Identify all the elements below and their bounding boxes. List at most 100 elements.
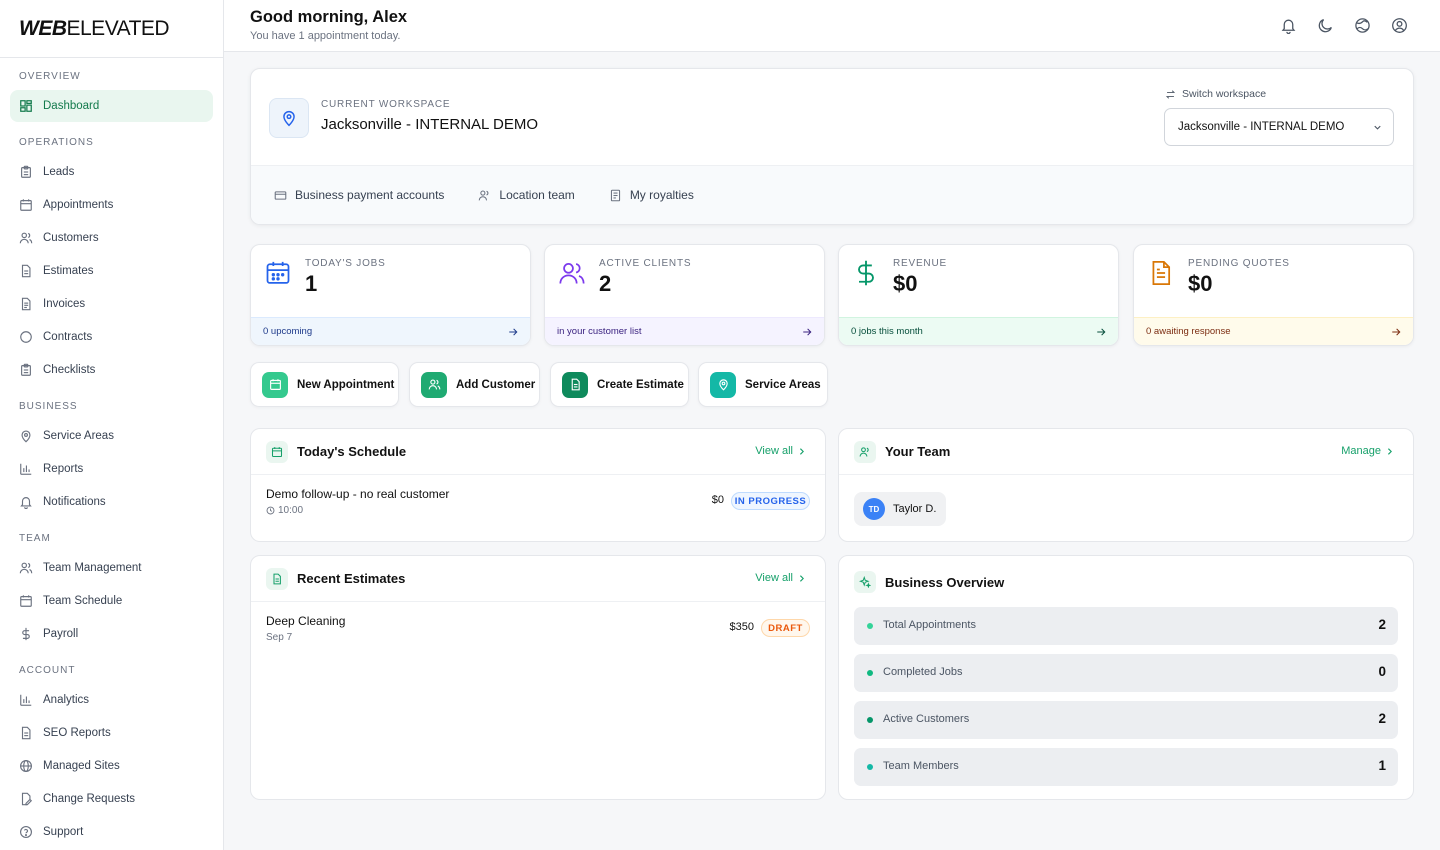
overview-item-active-customers: Active Customers 2 (854, 701, 1398, 739)
service-areas-button[interactable]: Service Areas (698, 362, 828, 407)
panel-title: Your Team (885, 444, 951, 459)
estimate-item-amount: $350 (729, 621, 754, 633)
sidebar-item-support[interactable]: Support (10, 816, 213, 848)
clock-icon (266, 506, 275, 515)
users-icon (421, 371, 447, 398)
link-label: View all (755, 445, 793, 457)
moon-icon[interactable] (1317, 17, 1334, 34)
sidebar-item-contracts[interactable]: Contracts (10, 321, 213, 353)
todays-schedule-panel: Today's Schedule View all Demo follow-up… (250, 428, 826, 542)
sidebar-item-appointments[interactable]: Appointments (10, 189, 213, 221)
map-pin-icon (269, 98, 309, 138)
dollar-icon (19, 627, 33, 641)
circle-icon (19, 330, 33, 344)
stat-card-active-clients[interactable]: ACTIVE CLIENTS 2 in your customer list (544, 244, 825, 346)
button-label: Add Customer (456, 378, 536, 391)
checklist-icon (19, 363, 33, 377)
stat-card-revenue[interactable]: REVENUE $0 0 jobs this month (838, 244, 1119, 346)
team-members: TD Taylor D. (839, 475, 1413, 541)
user-circle-icon[interactable] (1391, 17, 1408, 34)
sidebar-item-dashboard[interactable]: Dashboard (10, 90, 213, 122)
sidebar-item-leads[interactable]: Leads (10, 156, 213, 188)
logo-bold-text: WEB (19, 16, 67, 40)
link-my-royalties[interactable]: My royalties (609, 188, 694, 202)
greeting-subtitle: You have 1 appointment today. (250, 30, 401, 42)
brand-logo[interactable]: WEB ELEVATED (0, 0, 223, 58)
sidebar-item-reports[interactable]: Reports (10, 453, 213, 485)
panel-header: Recent Estimates View all (251, 556, 825, 602)
section-team: TEAM (19, 533, 51, 544)
calendar-icon (19, 198, 33, 212)
sidebar-item-notifications[interactable]: Notifications (10, 486, 213, 518)
sidebar-item-checklists[interactable]: Checklists (10, 354, 213, 386)
arrow-right-icon (802, 327, 812, 337)
bell-icon[interactable] (1280, 17, 1297, 34)
view-all-link[interactable]: View all (755, 445, 806, 457)
sidebar-item-label: Estimates (43, 265, 94, 277)
button-label: New Appointment (297, 378, 395, 391)
sidebar-item-label: Invoices (43, 298, 86, 310)
overview-value: 1 (1378, 758, 1386, 773)
link-location-team[interactable]: Location team (478, 188, 575, 202)
link-business-payment-accounts[interactable]: Business payment accounts (274, 188, 444, 202)
stat-value: 1 (305, 271, 318, 296)
sidebar-item-label: Notifications (43, 496, 106, 508)
new-appointment-button[interactable]: New Appointment (250, 362, 399, 407)
team-member-chip[interactable]: TD Taylor D. (854, 492, 947, 526)
sidebar-item-label: Dashboard (43, 100, 100, 112)
stat-card-todays-jobs[interactable]: TODAY'S JOBS 1 0 upcoming (250, 244, 531, 346)
sidebar-item-estimates[interactable]: Estimates (10, 255, 213, 287)
users-icon (19, 561, 33, 575)
switch-workspace-text: Switch workspace (1182, 88, 1267, 100)
workspace-select[interactable]: Jacksonville - INTERNAL DEMO (1164, 108, 1394, 146)
overview-label: Total Appointments (883, 619, 976, 631)
sidebar-item-label: Checklists (43, 364, 96, 376)
document-icon (562, 371, 588, 398)
sidebar-item-change-requests[interactable]: Change Requests (10, 783, 213, 815)
receipt-icon (609, 189, 622, 202)
panel-header: Business Overview (839, 556, 1413, 606)
add-customer-button[interactable]: Add Customer (409, 362, 540, 407)
sparkles-icon (854, 571, 876, 593)
sidebar-item-label: Team Management (43, 562, 142, 574)
sidebar-item-label: Leads (43, 166, 75, 178)
sidebar-nav: OVERVIEW Dashboard OPERATIONS Leads Appo… (0, 58, 223, 848)
link-label: My royalties (629, 188, 694, 202)
sidebar-item-seo-reports[interactable]: SEO Reports (10, 717, 213, 749)
manage-link[interactable]: Manage (1341, 445, 1394, 457)
create-estimate-button[interactable]: Create Estimate (550, 362, 689, 407)
sidebar-item-invoices[interactable]: Invoices (10, 288, 213, 320)
sidebar-item-team-management[interactable]: Team Management (10, 552, 213, 584)
stat-value: $0 (1188, 271, 1213, 296)
overview-value: 2 (1378, 617, 1386, 632)
document-icon (266, 568, 288, 590)
sidebar-item-service-areas[interactable]: Service Areas (10, 420, 213, 452)
globe-icon[interactable] (1354, 17, 1371, 34)
time-text: 10:00 (278, 505, 304, 516)
schedule-item[interactable]: Demo follow-up - no real customer 10:00 … (251, 475, 825, 535)
sidebar: WEB ELEVATED OVERVIEW Dashboard OPERATION… (0, 0, 224, 850)
sidebar-item-payroll[interactable]: Payroll (10, 618, 213, 650)
schedule-item-amount: $0 (711, 494, 724, 506)
estimate-item[interactable]: Deep Cleaning Sep 7 $350 DRAFT (251, 602, 825, 662)
header-actions (1280, 17, 1408, 34)
stat-footer[interactable]: 0 jobs this month (839, 317, 1118, 345)
users-icon (478, 189, 491, 202)
panel-title: Business Overview (885, 575, 1005, 590)
status-dot (867, 670, 873, 676)
sidebar-item-customers[interactable]: Customers (10, 222, 213, 254)
sidebar-item-analytics[interactable]: Analytics (10, 684, 213, 716)
stat-footer[interactable]: 0 awaiting response (1134, 317, 1413, 345)
view-all-link[interactable]: View all (755, 572, 806, 584)
section-overview: OVERVIEW (19, 71, 81, 82)
sidebar-item-label: Customers (43, 232, 99, 244)
sidebar-item-label: SEO Reports (43, 727, 111, 739)
sidebar-item-team-schedule[interactable]: Team Schedule (10, 585, 213, 617)
arrow-right-icon (508, 327, 518, 337)
stat-footer[interactable]: in your customer list (545, 317, 824, 345)
stat-label: PENDING QUOTES (1188, 258, 1290, 269)
users-icon (558, 259, 586, 287)
stat-card-pending-quotes[interactable]: PENDING QUOTES $0 0 awaiting response (1133, 244, 1414, 346)
stat-footer[interactable]: 0 upcoming (251, 317, 530, 345)
sidebar-item-managed-sites[interactable]: Managed Sites (10, 750, 213, 782)
